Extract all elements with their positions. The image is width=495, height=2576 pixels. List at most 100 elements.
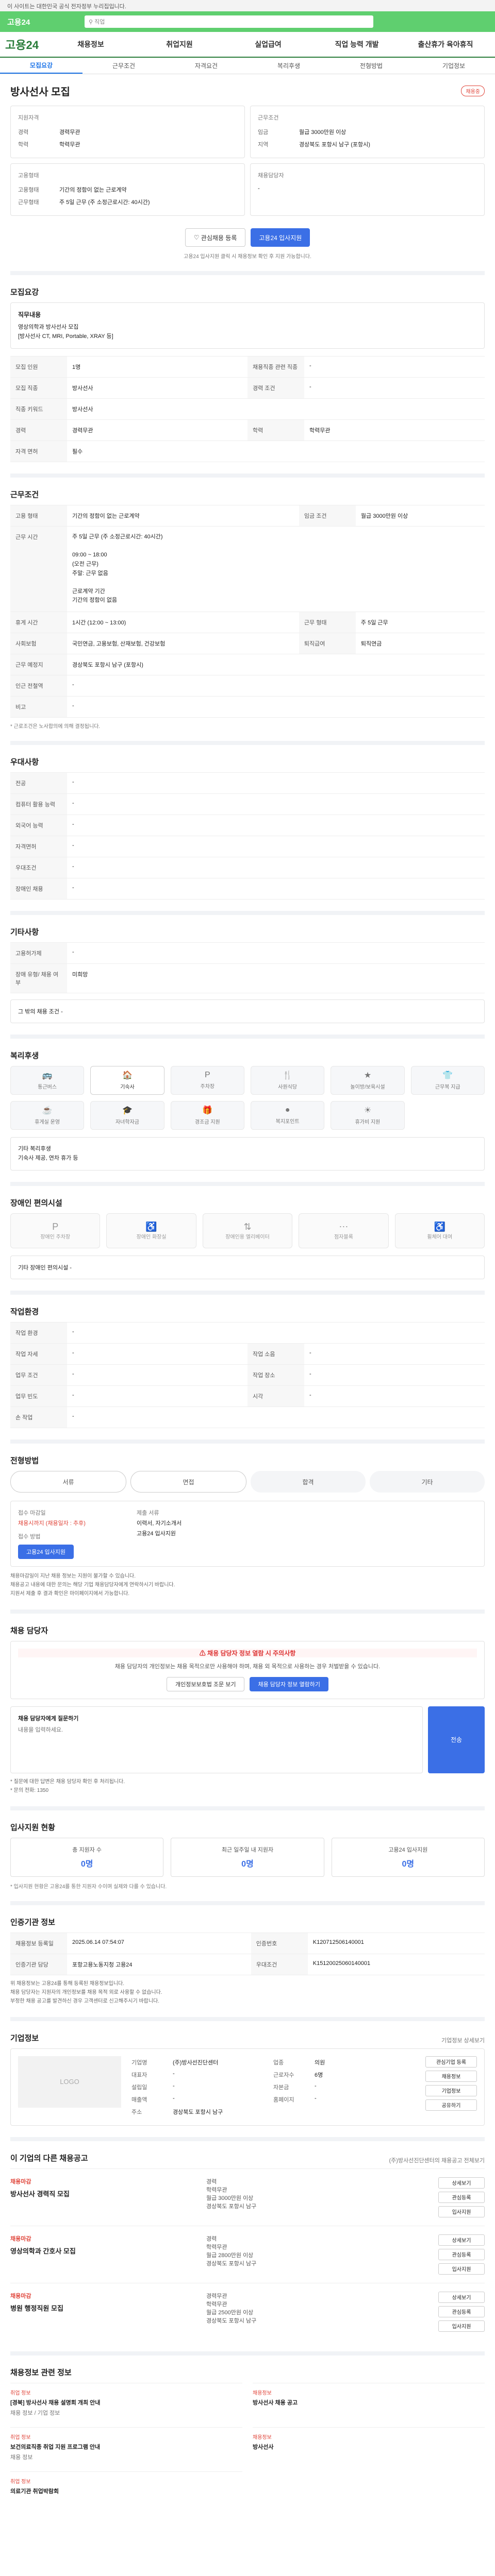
- row-value: 퇴직연금: [355, 632, 485, 654]
- nav-item-support[interactable]: 취업지원: [135, 39, 224, 49]
- row-key: 사회보험: [10, 632, 67, 654]
- job-detail-button[interactable]: 상세보기: [438, 2177, 485, 2189]
- job-interest-button[interactable]: 관심등록: [438, 2306, 485, 2317]
- welfare-label: 자녀학자금: [115, 1120, 139, 1126]
- tab-recruit[interactable]: 모집요강: [0, 58, 82, 74]
- summary-qualification-label: 지원자격: [18, 115, 39, 121]
- row-value: -: [67, 674, 485, 697]
- reg-table: 채용정보 등록일 2025.06.14 07:54:07 인증번호 K12071250…: [10, 1932, 485, 1975]
- disabled-note: 기타 장애인 편의시설 -: [10, 1256, 485, 1280]
- job-interest-button[interactable]: 관심등록: [438, 2248, 485, 2260]
- news-item[interactable]: 채용정보 방사선사: [253, 2427, 485, 2466]
- job-card[interactable]: 채용마감 방사선사 경력직 모집 경력 학력무관 월급 3000만원 이상 경상북도 포…: [10, 2168, 485, 2226]
- kv-value: (주)방사선진단센터: [173, 2059, 219, 2066]
- send-button[interactable]: 전송: [428, 1706, 485, 1773]
- news-item[interactable]: 취업 정보 [경북] 방사선사 채용 설명회 개최 안내 채용 정보 / 기업 정보: [10, 2382, 242, 2422]
- news-item[interactable]: 채용정보 방사선사 채용 공고: [253, 2382, 485, 2422]
- contact-warn-text: 채용 담당자 정보 열람 시 주의사항: [207, 1650, 296, 1657]
- news-sub: 채용 정보: [10, 2454, 33, 2461]
- row-value: 포항고용노동지청 고용24: [67, 1953, 251, 1975]
- top-logo[interactable]: 고용24: [7, 16, 69, 27]
- method-value: 고용24 입사지원: [137, 1531, 176, 1537]
- interest-button[interactable]: ♡ 관심채용 등록: [185, 228, 246, 247]
- job-title[interactable]: 방사선사 경력직 모집: [10, 2189, 206, 2198]
- brand-logo[interactable]: 고용24: [5, 36, 46, 53]
- facility-label: 장애인 화장실: [136, 1234, 167, 1241]
- tab-company[interactable]: 기업정보: [412, 58, 495, 74]
- tab-work[interactable]: 근무조건: [82, 58, 165, 74]
- company-jobs-button[interactable]: 채용정보: [425, 2070, 477, 2082]
- job-title[interactable]: 병원 행정직원 모집: [10, 2303, 206, 2313]
- news-section: 채용정보 관련 정보 취업 정보 [경북] 방사선사 채용 설명회 개최 안내 채용…: [10, 2355, 485, 2514]
- job-card[interactable]: 채용마감 영상의학과 간호사 모집 경력 학력무관 월급 2800만원 이상 경상북도 …: [10, 2225, 485, 2283]
- job-detail-button[interactable]: 상세보기: [438, 2291, 485, 2303]
- company-interest-button[interactable]: 관심기업 등록: [425, 2056, 477, 2067]
- kv-key: 대표자: [131, 2072, 147, 2078]
- row-value: -: [67, 1406, 485, 1429]
- news-grid: 취업 정보 [경북] 방사선사 채용 설명회 개최 안내 채용 정보 / 기업 정보…: [10, 2382, 485, 2502]
- news-item[interactable]: 취업 정보 의료기관 취업박람회: [10, 2471, 242, 2502]
- apply-method-label: 접수 방법: [18, 1534, 41, 1540]
- parking-icon: P: [204, 1071, 210, 1080]
- job-apply-button[interactable]: 입사지원: [438, 2320, 485, 2332]
- row-value: 1명: [67, 356, 248, 378]
- nav-item-training[interactable]: 직업 능력 개발: [312, 39, 401, 49]
- row-key: 임금 조건: [299, 505, 356, 527]
- row-key: 손 작업: [10, 1406, 67, 1429]
- top-search-input[interactable]: ⚲ 직업: [85, 15, 373, 28]
- row-key: 장애인 채용: [10, 877, 67, 900]
- process-apply-button[interactable]: 고용24 입사지원: [18, 1545, 74, 1560]
- point-icon: ●: [285, 1106, 290, 1115]
- process-note: 지원서 제출 후 결과 확인은 마이페이지에서 가능합니다.: [10, 1591, 130, 1597]
- company-box: LOGO 기업명 (주)방사선진단센터 업종 의원 대표자 - 근로자수 6명 설립일 - 자본…: [10, 2048, 485, 2126]
- cafeteria-icon: 🍴: [282, 1071, 293, 1080]
- kv-key: 근무형태: [18, 199, 39, 206]
- row-key: 모집 인원: [10, 356, 67, 378]
- section-tabs: 모집요강 근무조건 자격요건 복리후생 전형방법 기업정보: [0, 58, 495, 74]
- news-title-text: [경북] 방사선사 채용 설명회 개최 안내: [10, 2399, 101, 2406]
- job-title[interactable]: 영상의학과 간호사 모집: [10, 2246, 206, 2256]
- job-cond: 월급 2800만원 이상: [206, 2252, 254, 2259]
- apply-date-value: 채용시까지 (채용일자 : 추후): [18, 1520, 86, 1527]
- job-apply-button[interactable]: 입사지원: [438, 2263, 485, 2275]
- reg-note: 부정한 채용 공고를 발견하신 경우 고객센터로 신고해주시기 바랍니다.: [10, 1998, 160, 2004]
- job-cond: 학력무관: [206, 2301, 227, 2308]
- row-value: 월급 3000만원 이상: [355, 505, 485, 527]
- facility-label: 휠체어 대여: [427, 1234, 453, 1241]
- tab-qualification[interactable]: 자격요건: [165, 58, 248, 74]
- tab-process[interactable]: 전형방법: [330, 58, 412, 74]
- job-card[interactable]: 채용마감 병원 행정직원 모집 경력무관 학력무관 월급 2500만원 이상 경상북도 …: [10, 2282, 485, 2340]
- company-info-button[interactable]: 기업정보: [425, 2084, 477, 2096]
- related-all-link[interactable]: (주)방사선진단센터의 채용공고 전체보기: [389, 2156, 485, 2164]
- news-item[interactable]: 취업 정보 보건의료직종 취업 지원 프로그램 안내 채용 정보: [10, 2427, 242, 2466]
- row-key: 근무 형태: [299, 611, 356, 633]
- job-apply-button[interactable]: 입사지원: [438, 2206, 485, 2217]
- kv-value: 의원: [315, 2059, 325, 2066]
- nav-item-unemployment[interactable]: 실업급여: [224, 39, 312, 49]
- job-tag: 채용마감: [10, 2178, 31, 2185]
- tab-welfare[interactable]: 복리후생: [248, 58, 330, 74]
- company-share-button[interactable]: 공유하기: [425, 2099, 477, 2111]
- row-key: 인증기관 담당: [10, 1953, 67, 1975]
- company-more-link[interactable]: 기업정보 상세보기: [441, 2036, 485, 2044]
- kv-key: 업종: [273, 2059, 284, 2066]
- job-detail-button[interactable]: 상세보기: [438, 2234, 485, 2246]
- nav-item-leave[interactable]: 출산휴가 육아휴직: [401, 39, 490, 49]
- top-bar: 고용24 ⚲ 직업: [0, 11, 495, 32]
- vacation-icon: ☀: [364, 1106, 372, 1115]
- job-cond: 학력무관: [206, 2187, 227, 2193]
- doc-value: 이력서, 자기소개서: [137, 1520, 182, 1527]
- kv-value: 월급 3000만원 이상: [299, 129, 346, 135]
- summary-conditions-label: 근무조건: [258, 115, 279, 121]
- contact-warn-box: ⚠ 채용 담당자 정보 열람 시 주의사항 채용 담당자의 개인정보는 채용 목…: [10, 1641, 485, 1699]
- row-value: -: [304, 356, 485, 378]
- job-interest-button[interactable]: 관심등록: [438, 2191, 485, 2203]
- row-value: -: [304, 1343, 485, 1365]
- view-contact-button[interactable]: 채용 담당자 정보 열람하기: [250, 1676, 328, 1691]
- apply-button[interactable]: 고용24 입사지원: [251, 228, 310, 247]
- job-cond: 경력무관: [206, 2293, 227, 2299]
- question-form[interactable]: 채용 담당자에게 질문하기 내용을 입력하세요.: [10, 1706, 423, 1773]
- nav-item-jobs[interactable]: 채용정보: [46, 39, 135, 49]
- summary-conditions: 근무조건 임금 월급 3000만원 이상 지역 경상북도 포항시 남구 (포항시): [250, 106, 485, 158]
- law-button[interactable]: 개인정보보호법 조문 보기: [167, 1676, 245, 1691]
